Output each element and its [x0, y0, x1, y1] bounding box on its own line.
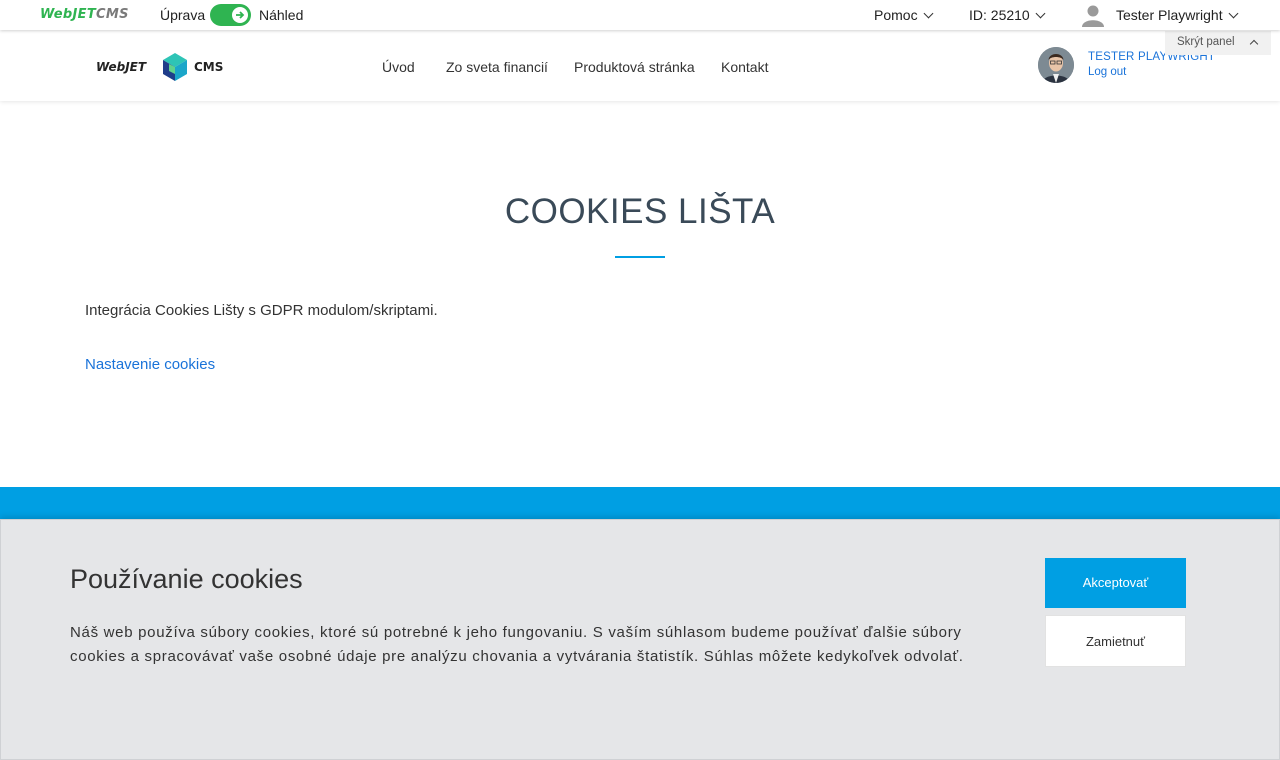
avatar — [1038, 47, 1074, 83]
cookie-bar-text: Náš web používa súbory cookies, ktoré sú… — [70, 624, 964, 665]
nav-item-kontakt[interactable]: Kontakt — [721, 59, 768, 75]
intro-text: Integrácia Cookies Lišty s GDPR modulom/… — [85, 302, 438, 319]
cookie-consent-bar: Používanie cookies Náš web používa súbor… — [0, 519, 1280, 760]
toggle-knob — [232, 7, 248, 23]
logout-link[interactable]: Log out — [1088, 66, 1126, 78]
help-menu[interactable]: Pomoc — [874, 7, 934, 23]
cookie-settings-link[interactable]: Nastavenie cookies — [85, 356, 215, 373]
nav-item-uvod[interactable]: Úvod — [382, 59, 415, 75]
mode-preview-label[interactable]: Náhled — [259, 7, 303, 23]
nav-item-zo-sveta-financii[interactable]: Zo sveta financií — [446, 59, 548, 75]
title-underline — [615, 256, 665, 258]
reject-cookies-button[interactable]: Zamietnuť — [1045, 615, 1186, 667]
chevron-down-icon — [1228, 8, 1239, 19]
arrow-right-icon — [236, 11, 245, 19]
site-logo-text-part1: WebJET — [96, 60, 147, 74]
site-header: WebJET CMS Úvod Zo sveta financií Produk… — [0, 30, 1280, 101]
user-icon — [1082, 5, 1104, 27]
user-photo — [1038, 47, 1074, 83]
chevron-down-icon — [1035, 8, 1046, 19]
site-logo-text-part2: CMS — [194, 60, 224, 74]
nav-item-produktova-stranka[interactable]: Produktová stránka — [574, 59, 695, 75]
cookie-bar-title: Používanie cookies — [70, 564, 303, 594]
hide-panel-label: Skrýt panel — [1177, 36, 1235, 48]
webjet-admin-logo[interactable]: WebJETCMS — [40, 7, 129, 22]
logo-text-part2: CMS — [96, 7, 129, 22]
hide-panel-button[interactable]: Skrýt panel — [1165, 31, 1271, 55]
page-id-menu[interactable]: ID: 25210 — [969, 7, 1046, 23]
mode-edit-label[interactable]: Úprava — [160, 7, 205, 23]
help-menu-label: Pomoc — [874, 7, 918, 23]
admin-user-label: Tester Playwright — [1116, 7, 1223, 23]
edit-preview-toggle[interactable] — [210, 4, 251, 26]
page-title: COOKIES LIŠTA — [504, 192, 776, 231]
accept-cookies-button[interactable]: Akceptovať — [1045, 558, 1186, 608]
chevron-down-icon — [923, 8, 934, 19]
logo-text-part1: WebJET — [40, 7, 97, 22]
admin-user-menu[interactable]: Tester Playwright — [1081, 3, 1239, 27]
admin-toolbar: WebJETCMS Úprava Náhled Pomoc ID: 25210 … — [0, 0, 1280, 30]
chevron-up-icon — [1249, 39, 1259, 49]
webjet-cube-icon — [163, 53, 187, 81]
page-id-label: ID: 25210 — [969, 7, 1030, 23]
